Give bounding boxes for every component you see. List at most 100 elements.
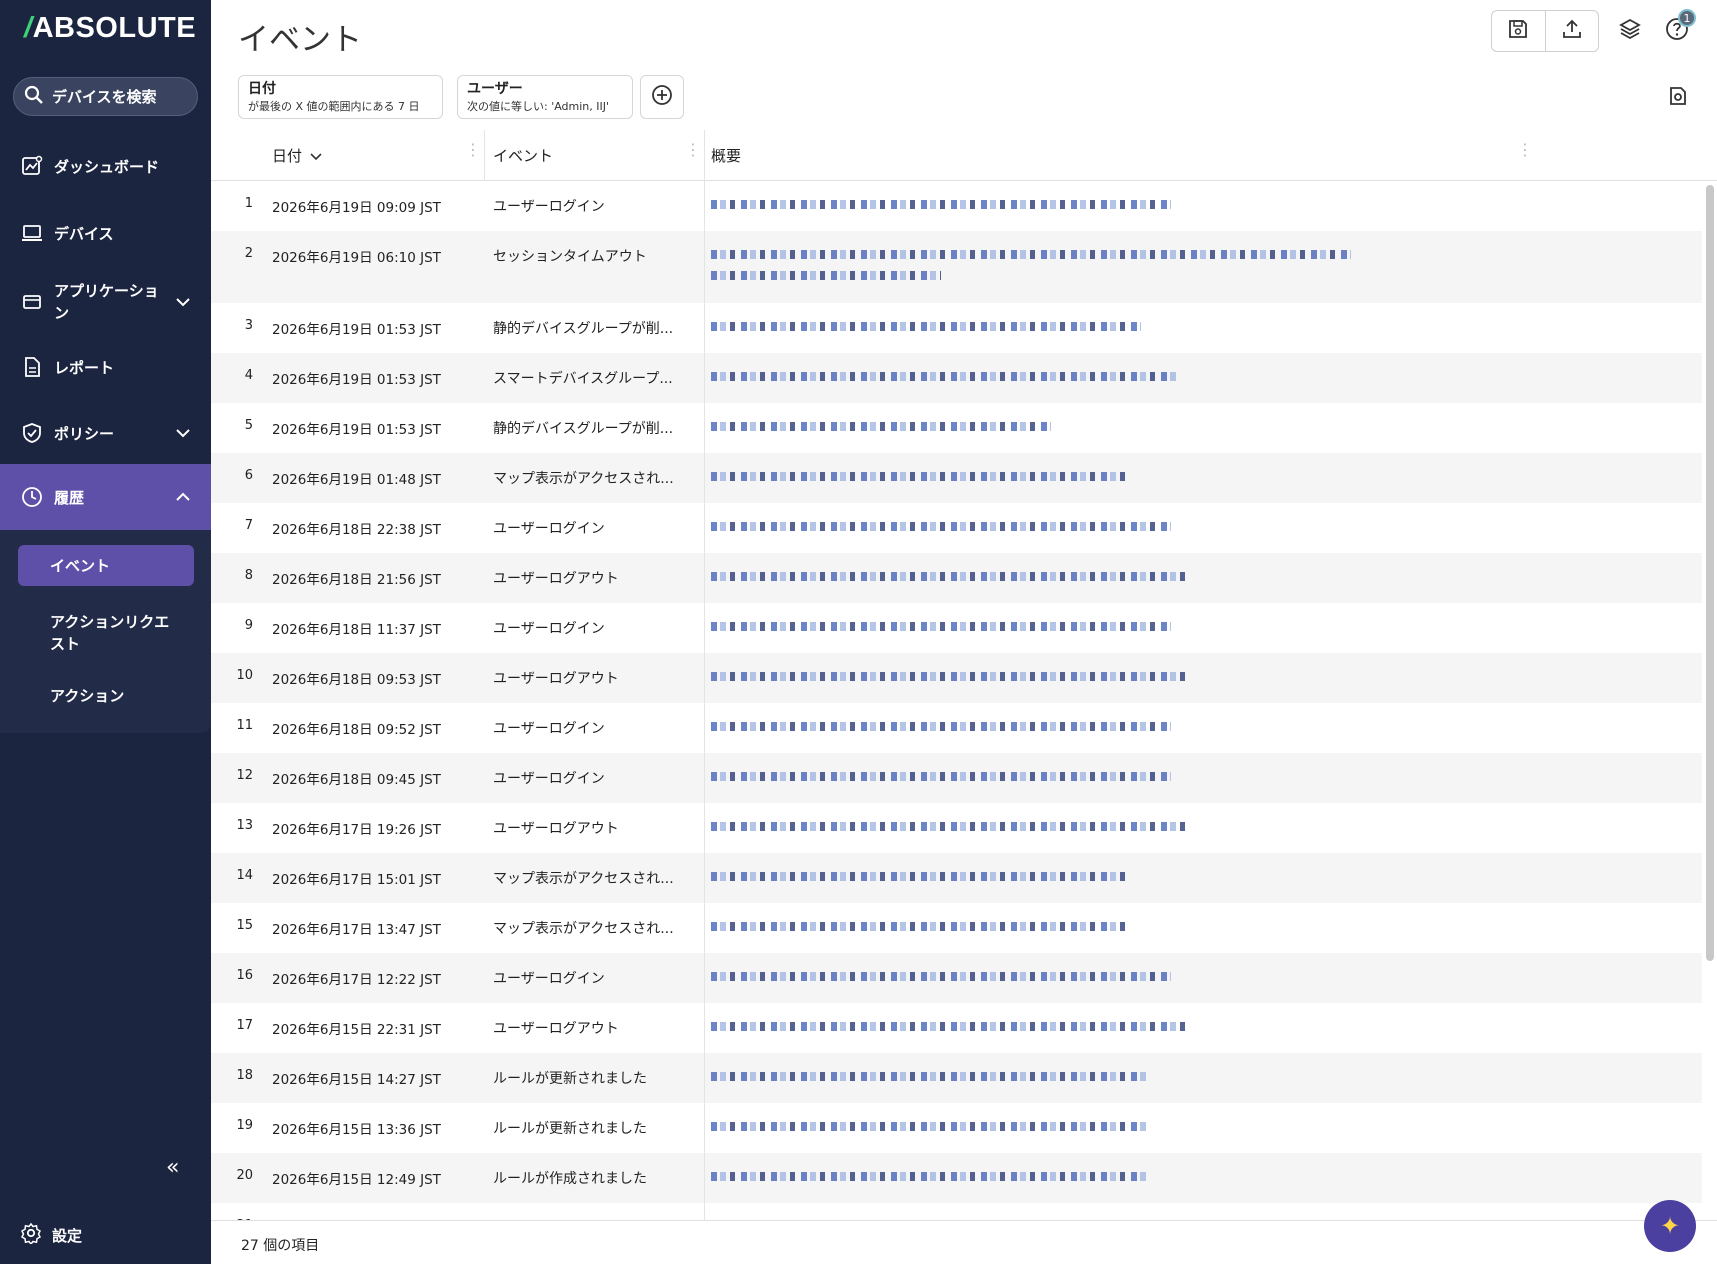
column-header-event[interactable]: イベント: [493, 130, 553, 181]
plus-circle-icon: [651, 84, 673, 110]
ai-assistant-button[interactable]: ✦: [1644, 1200, 1696, 1252]
table-row[interactable]: 2 2026年6月19日 06:10 JST セッションタイムアウト: [211, 231, 1702, 303]
row-event: ルールが更新されました: [493, 1121, 647, 1137]
row-date: 2026年6月19日 01:53 JST: [272, 322, 441, 338]
table-row[interactable]: 6 2026年6月19日 01:48 JST マップ表示がアクセスされ...: [211, 453, 1702, 503]
table-row[interactable]: 4 2026年6月19日 01:53 JST スマートデバイスグループ...: [211, 353, 1702, 403]
table-row[interactable]: 21 2026年6月15日 12:47 JST ユーザーログイン: [211, 1203, 1702, 1220]
row-date: 2026年6月15日 12:49 JST: [272, 1172, 441, 1188]
chevron-down-icon: [175, 424, 191, 442]
row-date: 2026年6月17日 15:01 JST: [272, 872, 441, 888]
notification-badge: 1: [1678, 9, 1696, 27]
table-row[interactable]: 1 2026年6月19日 09:09 JST ユーザーログイン: [211, 181, 1702, 231]
column-menu-icon[interactable]: ⋮: [465, 142, 481, 158]
submenu-item-events[interactable]: イベント: [18, 545, 194, 586]
sparkle-icon: ✦: [1659, 1212, 1681, 1240]
redacted-text: [711, 250, 1351, 259]
redacted-text: [711, 572, 1189, 581]
item-count: 27 個の項目: [241, 1238, 320, 1254]
row-date: 2026年6月19日 09:09 JST: [272, 200, 441, 216]
sidebar-item-label: アプリケーション: [54, 282, 159, 322]
table-scrollbar[interactable]: [1706, 185, 1714, 961]
table-row[interactable]: 19 2026年6月15日 13:36 JST ルールが更新されました: [211, 1103, 1702, 1153]
table-row[interactable]: 9 2026年6月18日 11:37 JST ユーザーログイン: [211, 603, 1702, 653]
row-event: ユーザーログアウト: [493, 571, 619, 587]
table-row[interactable]: 7 2026年6月18日 22:38 JST ユーザーログイン: [211, 503, 1702, 553]
row-number: 12: [236, 768, 253, 783]
row-event: ルールが更新されました: [493, 1071, 647, 1087]
save-view-button[interactable]: [1492, 11, 1545, 51]
row-number: 8: [244, 568, 253, 583]
row-date: 2026年6月17日 13:47 JST: [272, 922, 441, 938]
row-summary-redacted: [711, 803, 1691, 853]
dashboard-icon: [20, 154, 44, 178]
row-summary-redacted: [711, 903, 1691, 953]
column-menu-icon[interactable]: ⋮: [685, 142, 701, 158]
table-row[interactable]: 11 2026年6月18日 09:52 JST ユーザーログイン: [211, 703, 1702, 753]
collapse-sidebar-button[interactable]: «: [166, 1155, 179, 1180]
filter-title: 日付: [248, 81, 276, 97]
settings-button[interactable]: 設定: [20, 1222, 82, 1248]
row-event: マップ表示がアクセスされ...: [493, 921, 674, 937]
submenu-item-action-requests[interactable]: アクションリクエスト: [18, 608, 194, 658]
table-row[interactable]: 18 2026年6月15日 14:27 JST ルールが更新されました: [211, 1053, 1702, 1103]
row-summary-redacted: [711, 753, 1691, 803]
redacted-text: [711, 872, 1131, 881]
table-row[interactable]: 15 2026年6月17日 13:47 JST マップ表示がアクセスされ...: [211, 903, 1702, 953]
redacted-text: [711, 672, 1189, 681]
table-row[interactable]: 16 2026年6月17日 12:22 JST ユーザーログイン: [211, 953, 1702, 1003]
absolute-logo[interactable]: /ABSOLUTE: [24, 12, 196, 45]
reset-filters-button[interactable]: [1666, 84, 1690, 112]
sidebar-item-reports[interactable]: レポート: [0, 347, 211, 387]
search-icon: [24, 85, 44, 109]
row-number: 5: [244, 418, 253, 433]
table-row[interactable]: 17 2026年6月15日 22:31 JST ユーザーログアウト: [211, 1003, 1702, 1053]
row-summary-redacted: [711, 553, 1691, 603]
column-header-label: イベント: [493, 147, 554, 165]
sidebar-item-devices[interactable]: デバイス: [0, 213, 211, 253]
row-event: ユーザーログアウト: [493, 671, 619, 687]
table-row[interactable]: 10 2026年6月18日 09:53 JST ユーザーログアウト: [211, 653, 1702, 703]
row-event: ユーザーログイン: [493, 1203, 693, 1220]
sidebar-item-label: 履歴: [54, 488, 85, 507]
filter-chip-user[interactable]: ユーザー 次の値に等しい: 'Admin, IIJ': [457, 75, 633, 119]
row-number: 21: [211, 1203, 261, 1220]
save-icon: [1507, 18, 1529, 44]
row-date: 2026年6月18日 11:37 JST: [272, 622, 441, 638]
redacted-text: [711, 1022, 1189, 1031]
logo-text: ABSOLUTE: [32, 12, 197, 44]
row-number: 3: [244, 318, 253, 333]
row-number: 16: [236, 968, 253, 983]
row-event: ルールが作成されました: [493, 1171, 647, 1187]
row-date: 2026年6月19日 06:10 JST: [272, 250, 441, 266]
layers-button[interactable]: [1615, 16, 1645, 46]
row-number: 4: [244, 368, 253, 383]
table-row[interactable]: 20 2026年6月15日 12:49 JST ルールが作成されました: [211, 1153, 1702, 1203]
table-row[interactable]: 12 2026年6月18日 09:45 JST ユーザーログイン: [211, 753, 1702, 803]
table-row[interactable]: 3 2026年6月19日 01:53 JST 静的デバイスグループが削...: [211, 303, 1702, 353]
filter-chip-date[interactable]: 日付 が最後の X 値の範囲内にある 7 日: [238, 75, 443, 119]
row-event: ユーザーログアウト: [493, 821, 619, 837]
table-row[interactable]: 5 2026年6月19日 01:53 JST 静的デバイスグループが削...: [211, 403, 1702, 453]
export-button[interactable]: [1544, 11, 1599, 51]
table-row[interactable]: 14 2026年6月17日 15:01 JST マップ表示がアクセスされ...: [211, 853, 1702, 903]
row-number: 20: [236, 1168, 253, 1183]
add-filter-button[interactable]: [640, 75, 684, 119]
row-date: 2026年6月18日 09:53 JST: [272, 672, 441, 688]
column-menu-icon[interactable]: ⋮: [1517, 142, 1533, 158]
table-row[interactable]: 13 2026年6月17日 19:26 JST ユーザーログアウト: [211, 803, 1702, 853]
sidebar-item-policies[interactable]: ポリシー: [0, 413, 211, 453]
column-header-label: 日付: [272, 147, 303, 165]
layers-icon: [1618, 17, 1642, 45]
row-number: 15: [236, 918, 253, 933]
submenu-item-actions[interactable]: アクション: [18, 678, 194, 714]
column-header-summary[interactable]: 概要: [711, 130, 741, 181]
column-header-date[interactable]: 日付: [272, 130, 322, 181]
sidebar-item-dashboard[interactable]: ダッシュボード: [0, 146, 211, 186]
sidebar-item-history[interactable]: 履歴: [0, 464, 211, 530]
sidebar-item-applications[interactable]: アプリケーション: [0, 275, 211, 329]
row-summary-redacted: [711, 403, 1691, 453]
table-row[interactable]: 8 2026年6月18日 21:56 JST ユーザーログアウト: [211, 553, 1702, 603]
row-date: 2026年6月15日 13:36 JST: [272, 1122, 441, 1138]
device-search-button[interactable]: デバイスを検索: [13, 77, 198, 116]
